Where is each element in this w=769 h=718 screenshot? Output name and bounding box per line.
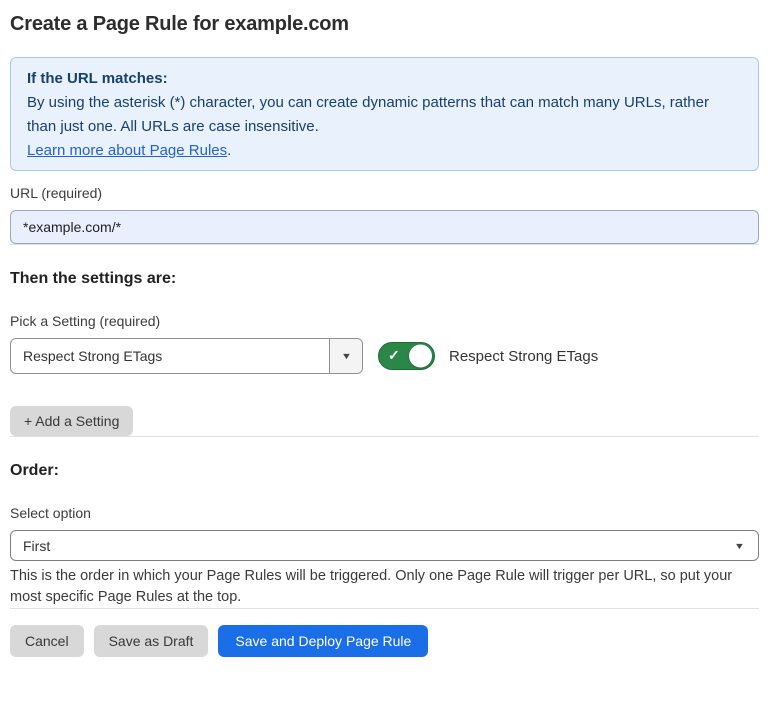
order-select[interactable]: First ▼	[10, 530, 759, 561]
info-box-heading: If the URL matches:	[27, 67, 742, 91]
link-suffix-period: .	[227, 142, 231, 159]
setting-select-arrow-button[interactable]: ▼	[329, 339, 362, 373]
create-page-rule-panel: Create a Page Rule for example.com If th…	[0, 0, 769, 657]
chevron-down-icon: ▼	[734, 541, 745, 551]
url-field-group: URL (required)	[10, 185, 759, 244]
check-icon: ✓	[388, 347, 400, 364]
order-select-value: First	[11, 531, 735, 560]
info-box-link-line: Learn more about Page Rules.	[27, 139, 742, 163]
order-help-text: This is the order in which your Page Rul…	[10, 566, 759, 608]
url-input[interactable]	[10, 210, 759, 244]
setting-select[interactable]: Respect Strong ETags ▼	[10, 338, 363, 374]
toggle-label: Respect Strong ETags	[449, 348, 598, 365]
footer-divider	[10, 608, 759, 609]
save-deploy-button[interactable]: Save and Deploy Page Rule	[218, 625, 428, 657]
footer-actions: Cancel Save as Draft Save and Deploy Pag…	[10, 625, 759, 657]
toggle-knob	[409, 345, 432, 368]
order-section-heading: Order:	[10, 461, 759, 481]
chevron-down-icon: ▼	[340, 351, 351, 361]
order-select-caret: ▼	[735, 531, 758, 560]
add-setting-button[interactable]: + Add a Setting	[10, 406, 133, 436]
learn-more-link[interactable]: Learn more about Page Rules	[27, 142, 227, 159]
info-box-body: By using the asterisk (*) character, you…	[27, 91, 742, 139]
select-option-label: Select option	[10, 505, 759, 522]
pick-setting-label: Pick a Setting (required)	[10, 313, 759, 330]
url-label: URL (required)	[10, 185, 759, 202]
setting-row: Respect Strong ETags ▼ ✓ Respect Strong …	[10, 338, 759, 374]
page-title: Create a Page Rule for example.com	[10, 12, 759, 36]
setting-select-value: Respect Strong ETags	[11, 339, 329, 373]
url-match-info-box: If the URL matches: By using the asteris…	[10, 57, 759, 171]
section-divider	[10, 436, 759, 437]
save-draft-button[interactable]: Save as Draft	[94, 625, 209, 657]
etags-toggle[interactable]: ✓	[378, 342, 435, 370]
section-divider	[10, 244, 759, 245]
settings-section-heading: Then the settings are:	[10, 269, 759, 289]
cancel-button[interactable]: Cancel	[10, 625, 84, 657]
